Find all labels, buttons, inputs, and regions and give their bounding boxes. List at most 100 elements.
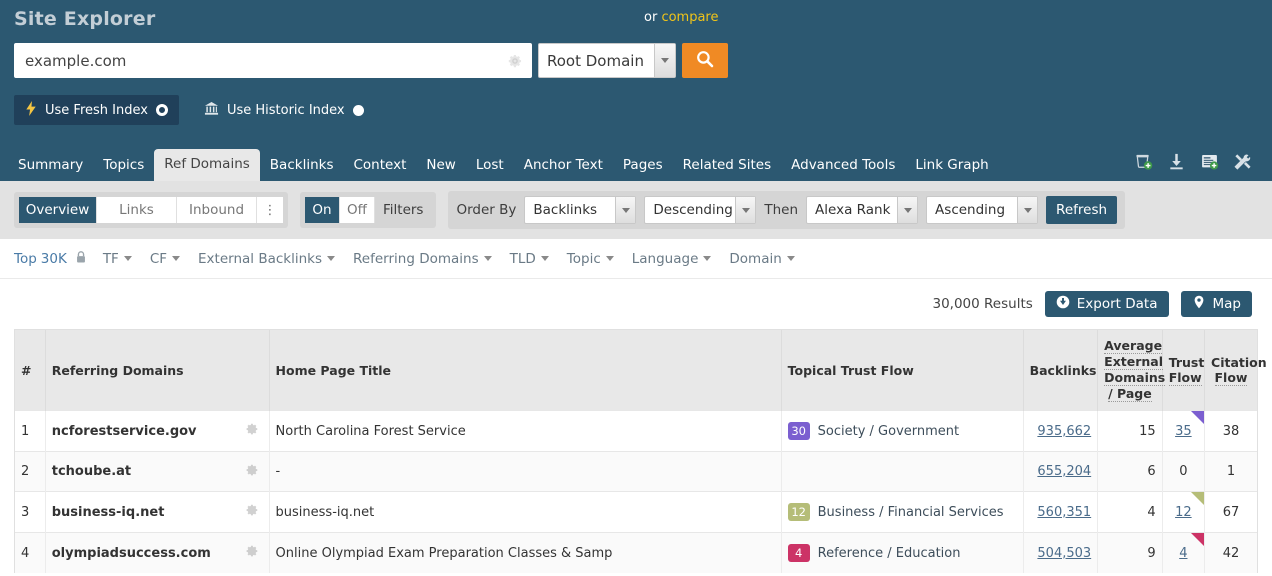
row-backlinks[interactable]: 655,204 (1023, 452, 1098, 492)
then-direction-select[interactable]: Ascending (926, 196, 1038, 224)
nav-tab-link-graph[interactable]: Link Graph (905, 151, 998, 182)
referring-domain-link[interactable]: ncforestservice.gov (52, 424, 197, 439)
row-trust-flow[interactable]: 4 (1162, 533, 1204, 574)
filters-on-button[interactable]: On (305, 197, 340, 223)
search-input-wrapper[interactable] (14, 43, 532, 78)
row-referring-domain[interactable]: business-iq.net (45, 492, 269, 533)
backlinks-link[interactable]: 560,351 (1037, 505, 1091, 520)
map-button[interactable]: Map (1181, 291, 1253, 317)
nav-tab-backlinks[interactable]: Backlinks (260, 151, 344, 182)
add-report-icon[interactable] (1200, 152, 1219, 175)
row-trust-flow[interactable]: 12 (1162, 492, 1204, 533)
search-input[interactable] (15, 45, 531, 76)
table-row[interactable]: 1ncforestservice.govNorth Carolina Fores… (15, 411, 1257, 452)
filter-top-30k[interactable]: Top 30K (14, 251, 67, 267)
filter-referring-domains[interactable]: Referring Domains (353, 251, 492, 267)
column-header-avg-external-domains-per-page[interactable]: Average External Domains / Page (1098, 330, 1163, 411)
row-home-page-title[interactable]: - (269, 452, 781, 492)
view-tab-inbound[interactable]: Inbound (177, 197, 257, 223)
backlinks-link[interactable]: 655,204 (1037, 464, 1091, 479)
compare-link[interactable]: compare (661, 10, 718, 25)
filter-cf[interactable]: CF (150, 251, 180, 267)
referring-domain-link[interactable]: tchoube.at (52, 464, 131, 479)
export-data-button[interactable]: Export Data (1045, 291, 1169, 317)
nav-tab-anchor-text[interactable]: Anchor Text (514, 151, 613, 182)
column-header-topical-trust-flow[interactable]: Topical Trust Flow (781, 330, 1023, 411)
row-backlinks[interactable]: 504,503 (1023, 533, 1098, 574)
view-tab-links[interactable]: Links (97, 197, 177, 223)
nav-tab-advanced-tools[interactable]: Advanced Tools (781, 151, 905, 182)
row-referring-domain[interactable]: olympiadsuccess.com (45, 533, 269, 574)
filter-tld[interactable]: TLD (510, 251, 549, 267)
row-settings-gear-icon[interactable] (245, 503, 259, 521)
chevron-down-icon[interactable] (1017, 197, 1037, 223)
order-by-select[interactable]: Backlinks (524, 196, 636, 224)
fresh-index-radio[interactable] (156, 104, 168, 116)
filters-off-button[interactable]: Off (340, 197, 375, 223)
nav-tab-related-sites[interactable]: Related Sites (673, 151, 782, 182)
column-header-backlinks[interactable]: Backlinks (1023, 330, 1098, 411)
historic-index-radio[interactable] (353, 105, 364, 116)
filter-domain[interactable]: Domain (729, 251, 794, 267)
nav-tab-ref-domains[interactable]: Ref Domains (154, 149, 260, 182)
row-home-page-title[interactable]: North Carolina Forest Service (269, 411, 781, 452)
row-referring-domain[interactable]: ncforestservice.gov (45, 411, 269, 452)
topical-trust-flow-category[interactable]: Reference / Education (818, 546, 961, 561)
table-row[interactable]: 4 olympiadsuccess.com Online Olympiad Exam… (15, 533, 1257, 574)
filter-topic[interactable]: Topic (567, 251, 614, 267)
topical-trust-flow-category[interactable]: Society / Government (818, 424, 959, 439)
backlinks-link[interactable]: 935,662 (1037, 424, 1091, 439)
column-header-trust-flow[interactable]: Trust Flow (1162, 330, 1204, 411)
view-more-options-button[interactable]: ⋮ (257, 197, 283, 223)
row-referring-domain[interactable]: tchoube.at (45, 452, 269, 492)
then-by-select[interactable]: Alexa Rank (806, 196, 918, 224)
topical-trust-flow-category[interactable]: Business / Financial Services (818, 505, 1004, 520)
row-home-page-title[interactable]: Online Olympiad Exam Preparation Classes… (269, 533, 781, 574)
use-fresh-index-button[interactable]: Use Fresh Index (14, 95, 179, 125)
download-icon[interactable] (1167, 152, 1186, 175)
search-scope-select[interactable]: Root Domain (538, 43, 676, 78)
row-settings-gear-icon[interactable] (245, 422, 259, 440)
referring-domain-link[interactable]: business-iq.net (52, 505, 165, 520)
nav-tab-new[interactable]: New (416, 151, 465, 182)
filter-tf[interactable]: TF (103, 251, 132, 267)
tools-icon[interactable] (1233, 152, 1252, 175)
row-backlinks[interactable]: 560,351 (1023, 492, 1098, 533)
table-row[interactable]: 3business-iq.netbusiness-iq.net12Busines… (15, 492, 1257, 533)
row-trust-flow[interactable]: 0 (1162, 452, 1204, 492)
row-backlinks[interactable]: 935,662 (1023, 411, 1098, 452)
add-to-bucket-icon[interactable] (1134, 152, 1153, 175)
refresh-button[interactable]: Refresh (1046, 196, 1117, 224)
use-historic-index-button[interactable]: Use Historic Index (193, 95, 375, 125)
filter-external-backlinks[interactable]: External Backlinks (198, 251, 335, 267)
column-header-num[interactable]: # (15, 330, 45, 411)
row-avg-external-domains-per-page: 15 (1098, 411, 1163, 452)
row-trust-flow[interactable]: 35 (1162, 411, 1204, 452)
chevron-down-icon[interactable] (735, 197, 755, 223)
search-button[interactable] (682, 43, 728, 78)
nav-tab-summary[interactable]: Summary (8, 151, 93, 182)
filter-language[interactable]: Language (632, 251, 712, 267)
chevron-down-icon[interactable] (615, 197, 635, 223)
trust-flow-link[interactable]: 4 (1179, 546, 1187, 561)
nav-tab-lost[interactable]: Lost (466, 151, 514, 182)
nav-tab-pages[interactable]: Pages (613, 151, 673, 182)
row-settings-gear-icon[interactable] (245, 463, 259, 481)
chevron-down-icon[interactable] (654, 44, 675, 77)
column-header-referring-domains[interactable]: Referring Domains (45, 330, 269, 411)
trust-flow-link[interactable]: 12 (1175, 505, 1192, 520)
view-tab-overview[interactable]: Overview (19, 197, 97, 223)
row-settings-gear-icon[interactable] (245, 544, 259, 562)
search-settings-gear-icon[interactable] (507, 53, 523, 69)
referring-domain-link[interactable]: olympiadsuccess.com (52, 546, 211, 561)
nav-tab-context[interactable]: Context (343, 151, 416, 182)
chevron-down-icon[interactable] (897, 197, 917, 223)
backlinks-link[interactable]: 504,503 (1037, 546, 1091, 561)
column-header-home-page-title[interactable]: Home Page Title (269, 330, 781, 411)
nav-tab-topics[interactable]: Topics (93, 151, 154, 182)
row-home-page-title[interactable]: business-iq.net (269, 492, 781, 533)
trust-flow-link[interactable]: 35 (1175, 424, 1192, 439)
table-row[interactable]: 2tchoube.at-655,204601 (15, 452, 1257, 492)
column-header-citation-flow[interactable]: Citation Flow (1205, 330, 1257, 411)
order-direction-select[interactable]: Descending (644, 196, 756, 224)
